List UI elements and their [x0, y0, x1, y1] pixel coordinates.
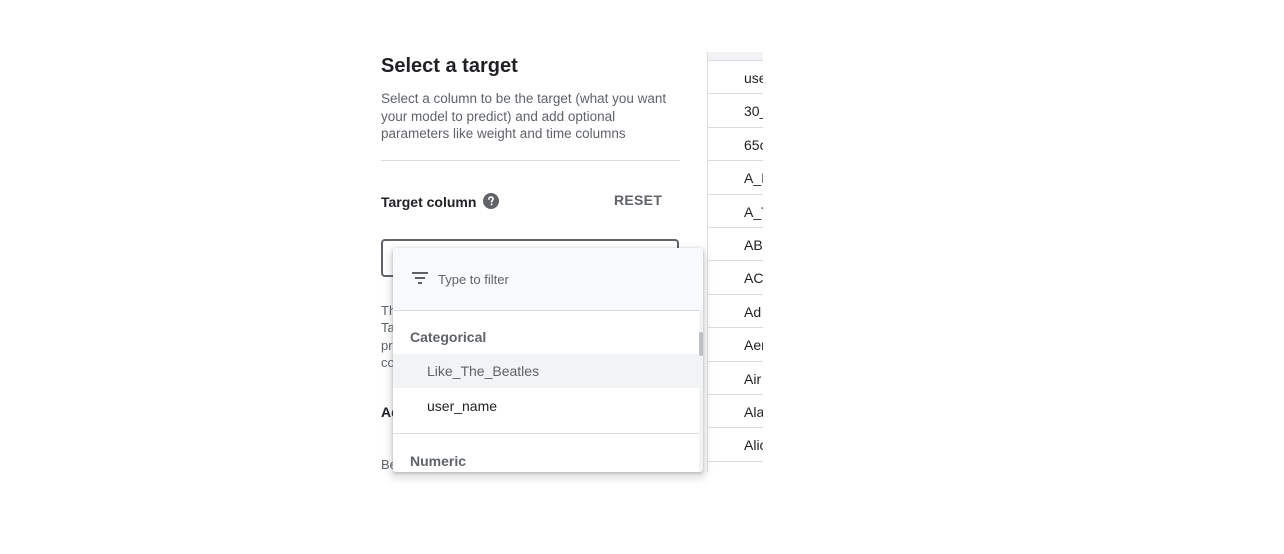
- table-cell: Ad: [744, 303, 762, 320]
- option-user-name[interactable]: user_name: [393, 389, 701, 423]
- group-divider: [393, 433, 701, 434]
- target-column-dropdown: Categorical Like_The_Beatles user_name N…: [393, 248, 703, 472]
- table-row: A_T: [708, 195, 763, 228]
- table-row: Air: [708, 362, 763, 395]
- dropdown-scrollbar-thumb[interactable]: [699, 332, 703, 356]
- option-label: Like_The_Beatles: [427, 363, 540, 379]
- table-cell: Aer: [744, 337, 763, 354]
- help-circle-icon[interactable]: [483, 193, 499, 209]
- table-row: 65c: [708, 128, 763, 162]
- filter-list-icon: [412, 272, 428, 284]
- filter-row: [393, 248, 703, 311]
- data-preview-table: use 30_ 65c A_I A_T AB AC Ad Aer Air Ala…: [707, 52, 763, 472]
- table-row: A_I: [708, 161, 763, 195]
- table-cell: 30_: [744, 103, 763, 120]
- table-cell: Alic: [744, 437, 763, 454]
- panel-description: Select a column to be the target (what y…: [381, 91, 667, 141]
- group-label-numeric: Numeric: [410, 453, 467, 469]
- table-cell: Ala: [744, 403, 763, 420]
- table-row: AC: [708, 261, 763, 295]
- panel-title: Select a target: [381, 55, 518, 77]
- table-cell: A_T: [744, 203, 763, 220]
- table-row: Aer: [708, 328, 763, 362]
- table-cell: Air: [744, 370, 762, 387]
- option-like-the-beatles[interactable]: Like_The_Beatles: [393, 354, 701, 388]
- filter-input[interactable]: [438, 269, 678, 289]
- table-cell: use: [744, 70, 763, 86]
- table-row: AB: [708, 228, 763, 262]
- group-label-categorical: Categorical: [410, 329, 487, 345]
- section-divider: [381, 160, 680, 161]
- table-cell: AB: [744, 236, 763, 253]
- table-cell: AC: [744, 270, 763, 287]
- table-cell: A_I: [744, 170, 763, 187]
- target-column-label: Target column: [381, 194, 477, 210]
- helper-text-line: pr: [381, 338, 393, 353]
- table-row: 30_: [708, 94, 763, 128]
- table-row: Ala: [708, 395, 763, 429]
- table-row: Alic: [708, 428, 763, 462]
- table-row: use: [708, 61, 763, 95]
- option-label: user_name: [427, 398, 498, 414]
- table-cell: 65c: [744, 136, 763, 153]
- target-selection-screen: Select a target Select a column to be th…: [0, 0, 1284, 554]
- table-header-strip: [708, 52, 763, 61]
- reset-button[interactable]: RESET: [614, 192, 662, 208]
- table-row: Ad: [708, 295, 763, 329]
